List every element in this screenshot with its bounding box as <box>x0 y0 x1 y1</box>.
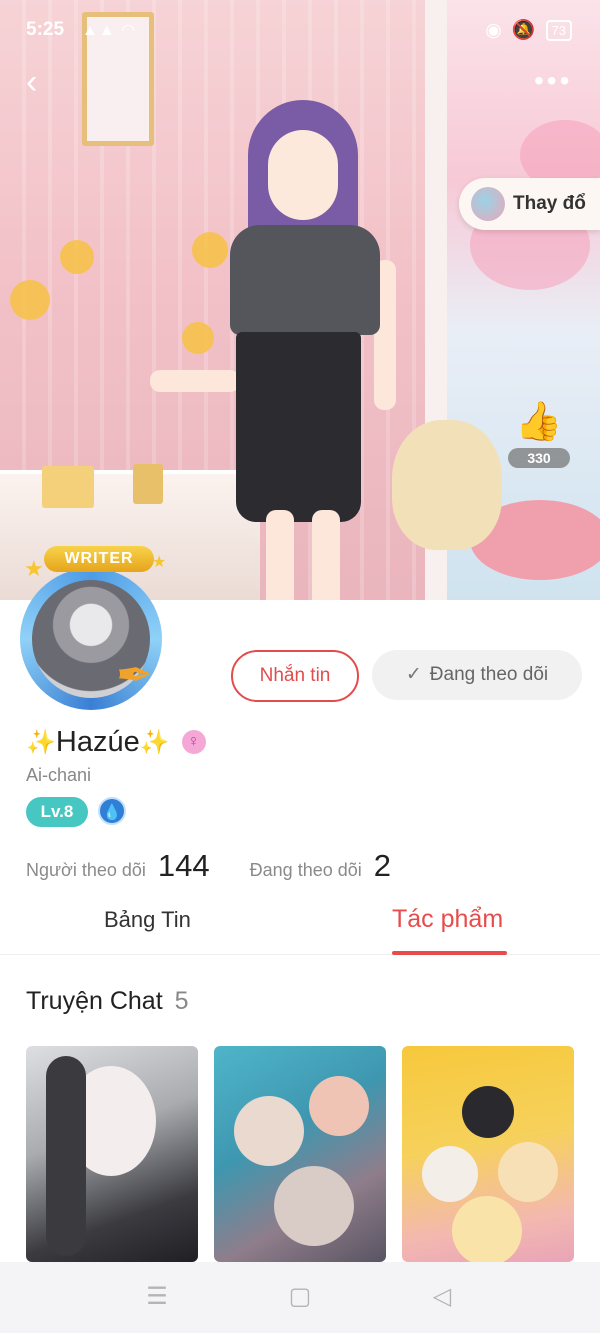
story-cover-art <box>274 1166 354 1246</box>
character-arm <box>150 370 240 392</box>
section-title: Truyện Chat <box>26 987 163 1015</box>
followers-label[interactable]: Người theo dõi <box>26 860 146 881</box>
followers-count[interactable]: 144 <box>158 848 210 884</box>
chevron-left-icon: ‹ <box>26 63 38 101</box>
female-gender-icon: ♀ <box>181 730 206 754</box>
flower-decoration <box>10 280 50 320</box>
message-button[interactable]: Nhắn tin <box>231 650 359 702</box>
system-navigation-bar: ☰ ▢ ◁ <box>0 1262 600 1333</box>
menu-icon[interactable]: ☰ <box>142 1282 172 1312</box>
avatar-character <box>150 100 416 600</box>
character-shirt <box>230 225 380 335</box>
more-options-button[interactable]: ••• <box>534 66 574 96</box>
tab-news-feed[interactable]: Bảng Tin <box>104 907 191 933</box>
sparkle-icon: ✨ <box>26 728 56 756</box>
story-card[interactable] <box>26 1046 198 1262</box>
character-skirt <box>236 332 361 522</box>
story-card[interactable] <box>214 1046 386 1262</box>
like-count: 330 <box>508 448 570 468</box>
character-leg <box>266 510 294 600</box>
character-face <box>268 130 338 220</box>
following-button[interactable]: ✓ Đang theo dõi <box>372 650 582 700</box>
change-outfit-label: Thay đổ <box>513 193 586 214</box>
story-cover-art <box>498 1142 558 1202</box>
following-label[interactable]: Đang theo dõi <box>250 860 362 881</box>
story-cover-art <box>309 1076 369 1136</box>
story-cover-art <box>422 1146 478 1202</box>
writer-badge: WRITER <box>44 546 154 572</box>
following-count[interactable]: 2 <box>374 848 391 884</box>
more-dots-icon: ••• <box>534 65 573 96</box>
like-button[interactable]: 👍 330 <box>508 400 570 472</box>
battery-icon: 73 <box>545 19 572 41</box>
profile-name-row: ✨ Hazúe ✨ ♀ <box>26 722 206 762</box>
thumbs-up-icon: 👍 <box>515 401 563 443</box>
back-triangle-icon[interactable]: ◁ <box>427 1282 457 1312</box>
flower-decoration <box>60 240 94 274</box>
tab-works[interactable]: Tác phẩm <box>392 905 503 934</box>
gift-box <box>42 466 94 508</box>
outfit-thumbnail <box>471 187 505 221</box>
story-cover-art <box>452 1196 522 1262</box>
star-icon: ★ <box>24 556 44 581</box>
fountain-pen-icon: ✒ <box>116 651 153 700</box>
back-button[interactable]: ‹ <box>26 64 56 100</box>
story-cover-art <box>234 1096 304 1166</box>
story-card[interactable] <box>402 1046 574 1262</box>
character-leg <box>312 510 340 600</box>
sparkle-icon: ✨ <box>139 728 170 756</box>
status-bar: 5:25 ▲▲ ◠ ◉ 🔕 73 <box>0 0 600 58</box>
story-cover-art <box>462 1086 514 1138</box>
status-time: 5:25 <box>26 19 65 40</box>
profile-tabs: Bảng Tin Tác phẩm <box>0 892 600 955</box>
follow-stats: Người theo dõi 144 Đang theo dõi 2 <box>26 848 431 888</box>
star-icon: ★ <box>152 554 167 571</box>
story-cover-art <box>46 1056 86 1256</box>
focus-icon: ◉ <box>485 19 502 41</box>
following-button-label: Đang theo dõi <box>429 664 549 685</box>
brush-cup <box>133 464 163 504</box>
chat-stories-heading: Truyện Chat 5 <box>26 987 189 1016</box>
profile-name: Hazúe <box>55 725 140 758</box>
level-badge[interactable]: Lv.8 <box>26 797 88 827</box>
profile-cover-scene: 5:25 ▲▲ ◠ ◉ 🔕 73 ‹ ••• Thay đổ 👍 330 <box>0 0 600 600</box>
profile-avatar[interactable]: WRITER ★ ★ ✒ <box>6 546 182 714</box>
water-drop-badge-icon[interactable]: 💧 <box>98 797 126 825</box>
mute-icon: 🔕 <box>511 20 536 41</box>
home-square-icon[interactable]: ▢ <box>285 1282 315 1312</box>
active-tab-indicator <box>392 951 507 955</box>
section-count: 5 <box>174 987 189 1015</box>
change-outfit-button[interactable]: Thay đổ <box>459 178 600 230</box>
signal-icon: ▲▲ ◠ <box>82 22 137 39</box>
profile-handle: Ai-chani <box>26 765 92 785</box>
check-icon: ✓ <box>405 664 422 685</box>
